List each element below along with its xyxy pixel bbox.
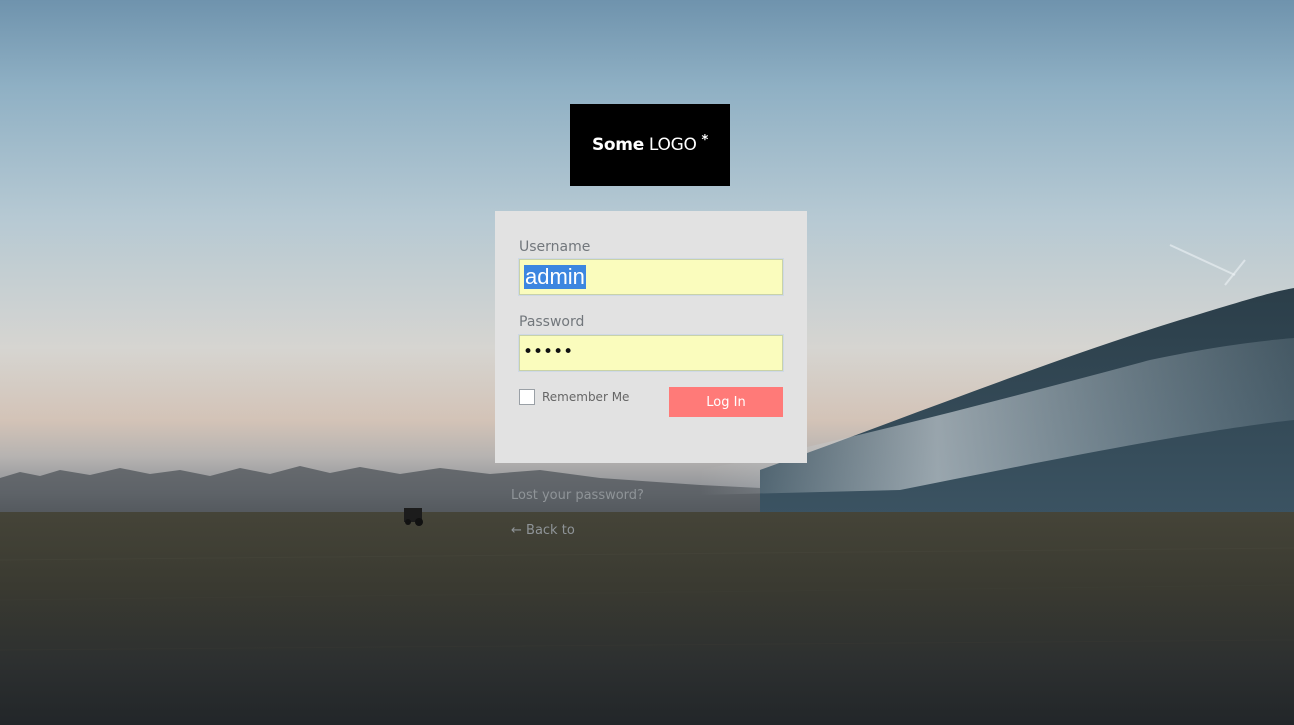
username-input[interactable]: admin	[519, 259, 783, 295]
password-input[interactable]: •••••	[519, 335, 783, 371]
logo-light-text: LOGO	[648, 135, 697, 155]
username-label: Username	[519, 239, 591, 255]
lost-password-link[interactable]: Lost your password?	[511, 488, 644, 503]
logo-bold-text: Some	[591, 135, 644, 155]
login-form: Username admin Password ••••• Remember M…	[495, 211, 807, 463]
back-to-site-link[interactable]: ← Back to	[511, 523, 575, 538]
site-logo[interactable]: Some LOGO *	[570, 104, 730, 186]
remember-me-label[interactable]: Remember Me	[542, 390, 629, 404]
remember-me-row: Remember Me	[519, 389, 629, 405]
log-in-button[interactable]: Log In	[669, 387, 783, 417]
remember-me-checkbox[interactable]	[519, 389, 535, 405]
password-value: •••••	[523, 342, 574, 362]
logo-mark: *	[701, 132, 709, 148]
username-value: admin	[524, 264, 586, 289]
password-label: Password	[519, 314, 585, 330]
